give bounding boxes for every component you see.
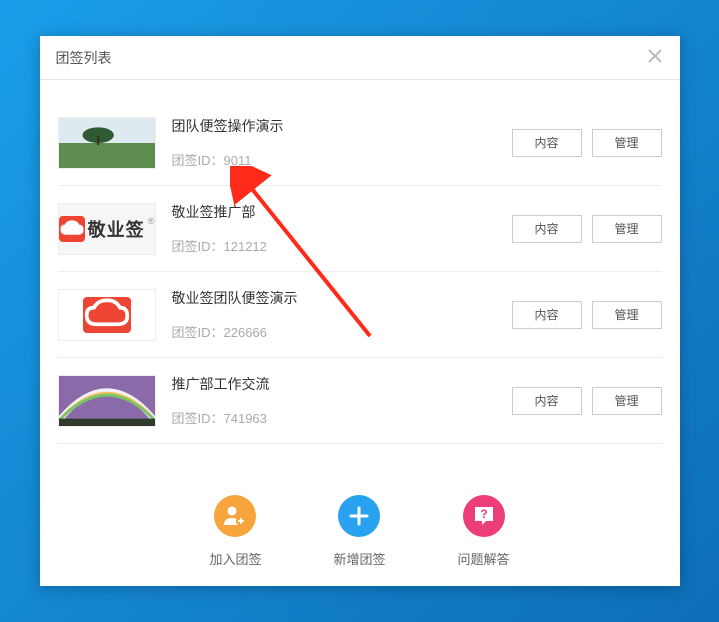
join-team-button[interactable]: 加入团签 [209,495,261,568]
registered-icon: ® [148,216,155,226]
logo-text: 敬业签 [88,216,145,242]
team-actions: 内容 管理 [512,215,662,243]
team-info: 推广部工作交流 团签ID：741963 [172,374,512,427]
close-icon [648,46,662,69]
manage-button[interactable]: 管理 [592,301,662,329]
content-button[interactable]: 内容 [512,387,582,415]
manage-button[interactable]: 管理 [592,129,662,157]
question-icon: ? [463,495,505,537]
dialog-team-list: 团签列表 团队便签操作演示 团签ID：9011 内容 [40,36,680,586]
manage-button[interactable]: 管理 [592,215,662,243]
manage-button[interactable]: 管理 [592,387,662,415]
list-item: 推广部工作交流 团签ID：741963 内容 管理 [58,358,662,444]
team-title: 团队便签操作演示 [172,116,512,136]
svg-text:?: ? [480,507,487,521]
content-button[interactable]: 内容 [512,129,582,157]
list-item: 敬业签团队便签演示 团签ID：226666 内容 管理 [58,272,662,358]
footer-label: 新增团签 [333,549,385,568]
team-title: 推广部工作交流 [172,374,512,394]
cloud-icon [59,216,85,242]
team-thumbnail [58,289,156,341]
team-title: 敬业签推广部 [172,202,512,222]
team-list: 团队便签操作演示 团签ID：9011 内容 管理 敬业签 ® 敬业签推广部 [40,80,680,476]
create-team-button[interactable]: 新增团签 [333,495,385,568]
content-button[interactable]: 内容 [512,301,582,329]
team-actions: 内容 管理 [512,301,662,329]
plus-icon [338,495,380,537]
list-item: 敬业签 ® 敬业签推广部 团签ID：121212 内容 管理 [58,186,662,272]
team-info: 团队便签操作演示 团签ID：9011 [172,116,512,169]
team-actions: 内容 管理 [512,129,662,157]
dialog-footer: 加入团签 新增团签 ? 问题解答 [40,476,680,586]
dialog-title: 团签列表 [56,48,112,68]
team-thumbnail [58,117,156,169]
footer-label: 问题解答 [458,549,510,568]
team-thumbnail [58,375,156,427]
team-meta: 团签ID：121212 [172,236,512,255]
team-actions: 内容 管理 [512,387,662,415]
team-info: 敬业签推广部 团签ID：121212 [172,202,512,255]
list-item: 团队便签操作演示 团签ID：9011 内容 管理 [58,100,662,186]
content-button[interactable]: 内容 [512,215,582,243]
close-button[interactable] [644,46,666,68]
cloud-icon [83,297,131,333]
team-info: 敬业签团队便签演示 团签ID：226666 [172,288,512,341]
team-thumbnail: 敬业签 ® [58,203,156,255]
team-meta: 团签ID：226666 [172,322,512,341]
dialog-header: 团签列表 [40,36,680,80]
add-user-icon [214,495,256,537]
footer-label: 加入团签 [209,549,261,568]
help-button[interactable]: ? 问题解答 [458,495,510,568]
team-meta: 团签ID：741963 [172,408,512,427]
team-meta: 团签ID：9011 [172,150,512,169]
team-title: 敬业签团队便签演示 [172,288,512,308]
